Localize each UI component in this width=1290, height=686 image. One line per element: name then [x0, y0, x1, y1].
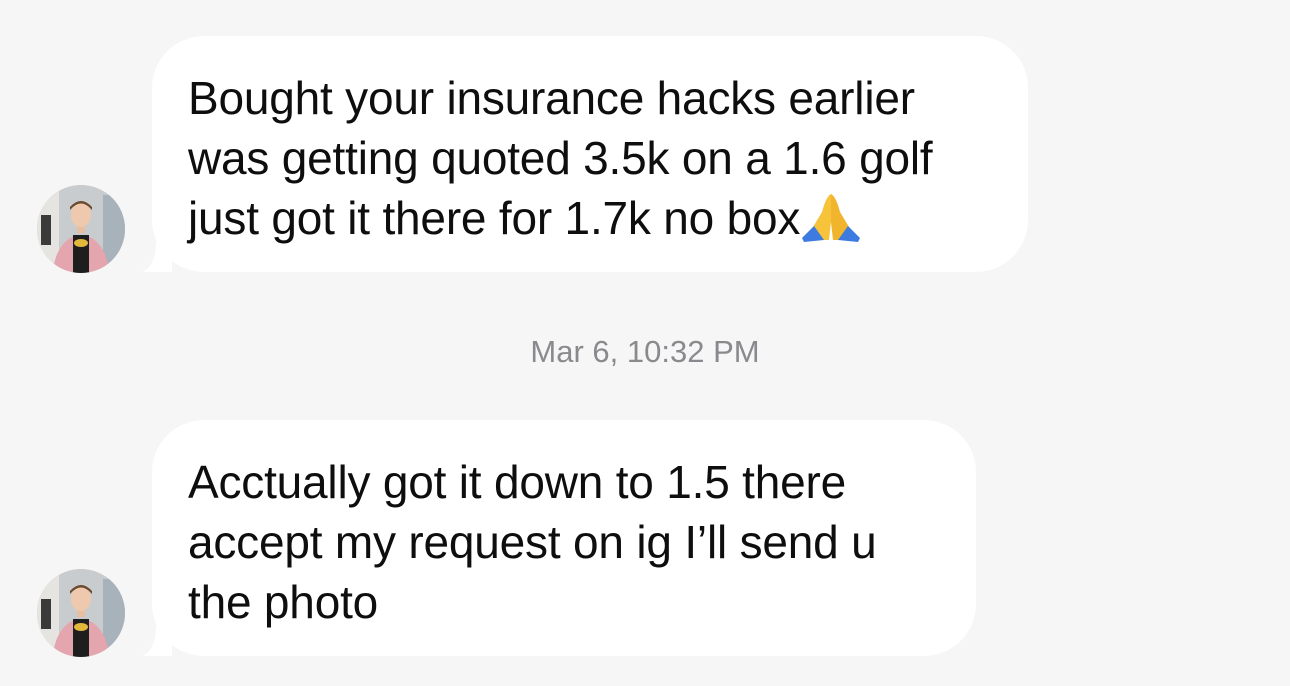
avatar[interactable]	[37, 185, 125, 273]
message-text: Bought your insurance hacks earlier was …	[188, 68, 992, 248]
avatar-photo	[37, 569, 125, 657]
message-line: accept my request on ig I’ll send u	[188, 516, 877, 568]
message-line: just got it there for 1.7k no box	[188, 192, 801, 244]
avatar[interactable]	[37, 569, 125, 657]
message-line: Bought your insurance hacks earlier	[188, 72, 915, 124]
timestamp: Mar 6, 10:32 PM	[530, 334, 760, 369]
bubble-tail	[142, 242, 172, 272]
message-thread: Bought your insurance hacks earlier was …	[0, 0, 1290, 686]
message-bubble[interactable]: Bought your insurance hacks earlier was …	[142, 36, 1028, 272]
message-line: Acctually got it down to 1.5 there	[188, 456, 847, 508]
message-line: was getting quoted 3.5k on a 1.6 golf	[188, 132, 933, 184]
bubble-tail	[142, 626, 172, 656]
message-line: the photo	[188, 576, 379, 628]
message-text: Acctually got it down to 1.5 there accep…	[188, 452, 940, 632]
message-bubble[interactable]: Acctually got it down to 1.5 there accep…	[142, 420, 976, 656]
avatar-photo	[37, 185, 125, 273]
folded-hands-icon	[800, 192, 862, 242]
